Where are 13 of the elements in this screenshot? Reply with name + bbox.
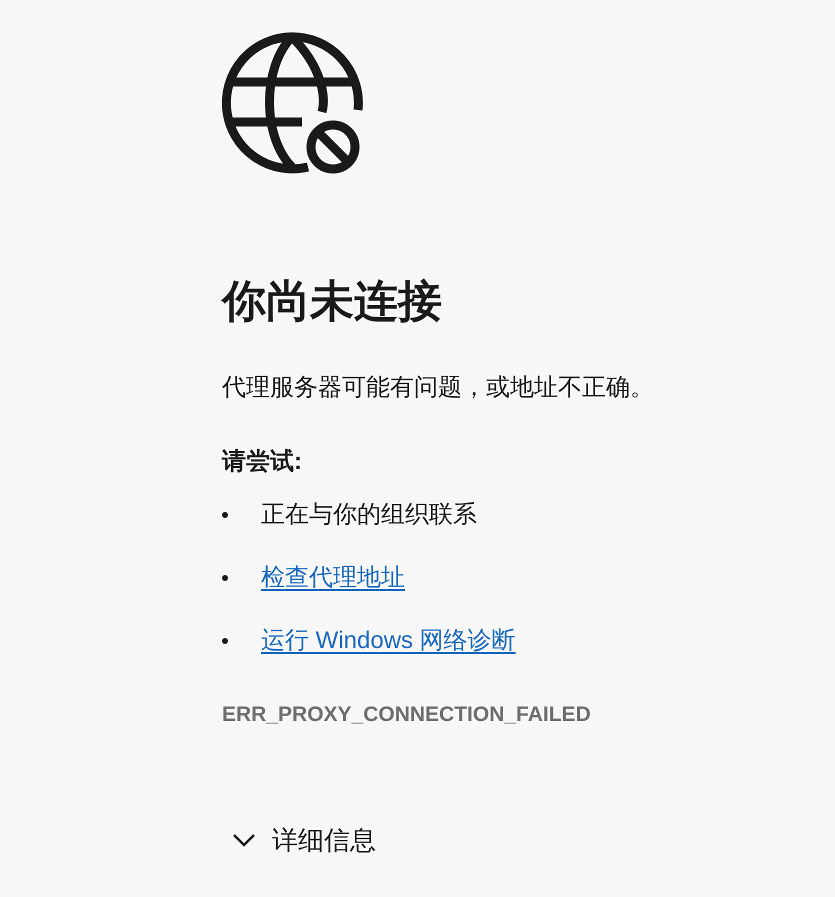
globe-blocked-icon: [222, 32, 366, 174]
page-title: 你尚未连接: [222, 276, 442, 328]
chevron-icon: [232, 833, 256, 847]
suggestion-link[interactable]: 运行 Windows 网络诊断: [261, 625, 516, 657]
bullet-icon: [222, 575, 228, 581]
error-code: ERR_PROXY_CONNECTION_FAILED: [222, 702, 591, 728]
suggestion-text: 正在与你的组织联系: [261, 500, 477, 530]
bullet-icon: [222, 638, 228, 644]
bullet-icon: [222, 512, 228, 518]
details-toggle[interactable]: 详细信息: [232, 823, 376, 857]
suggestion-link[interactable]: 检查代理地址: [261, 562, 405, 594]
error-message: 代理服务器可能有问题，或地址不正确。: [222, 373, 654, 403]
try-heading: 请尝试:: [222, 447, 302, 477]
